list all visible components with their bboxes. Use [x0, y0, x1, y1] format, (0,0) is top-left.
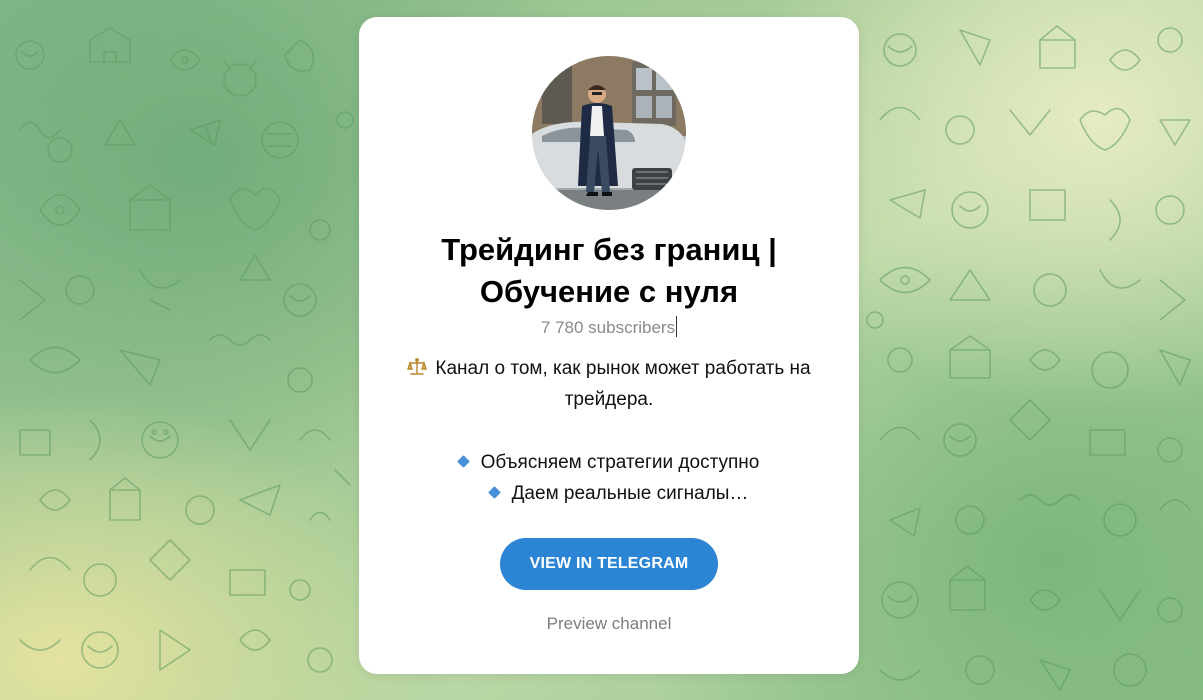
blue-diamond-icon — [487, 486, 501, 499]
description-line2: трейдера. — [564, 389, 654, 410]
bullet-item: Объясняем стратегии доступно — [379, 447, 839, 478]
bullet-item-2-text: Даем реальные сигналы… — [511, 483, 749, 504]
description-line1: Канал о том, как рынок может работать на — [435, 358, 811, 379]
description-line: Канал о том, как рынок может работать на — [379, 353, 839, 384]
description-gap — [379, 415, 839, 447]
channel-description: Канал о том, как рынок может работать на… — [379, 353, 839, 509]
bullet-item: Даем реальные сигналы… — [379, 478, 839, 509]
channel-avatar — [532, 56, 686, 210]
bullet-item-1-text: Объясняем стратегии доступно — [480, 452, 760, 473]
blue-diamond-icon — [456, 455, 470, 468]
channel-title-line2: Обучение с нуля — [479, 274, 739, 309]
subscriber-count-text: 7 780 subscribers — [540, 318, 676, 337]
text-caret — [676, 316, 678, 337]
balance-scale-icon — [407, 358, 428, 375]
view-in-telegram-button[interactable]: VIEW IN TELEGRAM — [500, 538, 718, 590]
channel-card: Трейдинг без границ | Обучение с нуля 7 … — [359, 17, 859, 674]
channel-title-line1: Трейдинг без границ | — [441, 232, 777, 267]
preview-channel-link[interactable]: Preview channel — [359, 614, 859, 634]
channel-title: Трейдинг без границ | Обучение с нуля — [399, 229, 819, 313]
channel-avatar-photo — [532, 56, 686, 210]
subscriber-count: 7 780 subscribers — [359, 316, 859, 338]
